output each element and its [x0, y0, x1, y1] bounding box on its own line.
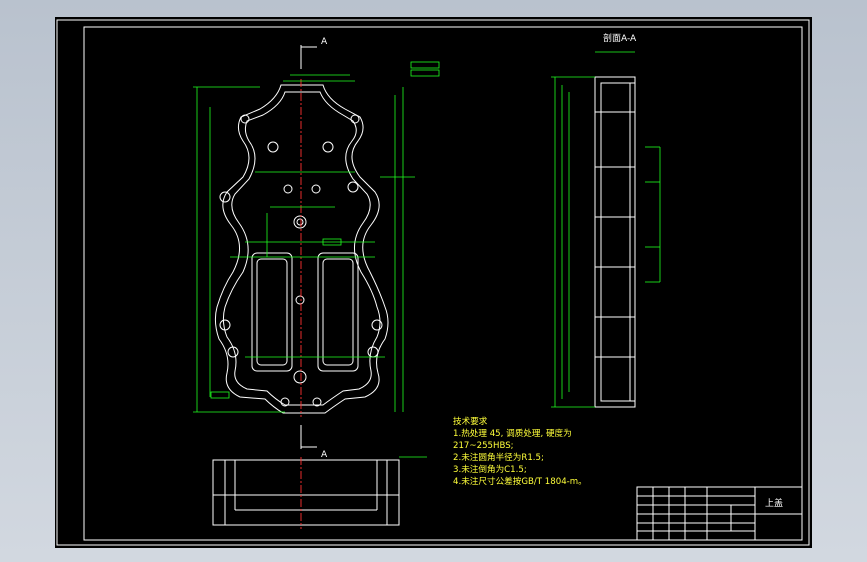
- inner-frame: [83, 26, 803, 541]
- outer-frame: [56, 19, 810, 546]
- section-view-title: A-A: [621, 34, 637, 44]
- tech-req-line-3: 2.未注圆角半径为R1.5;: [453, 451, 544, 463]
- tech-requirements: 技术要求 1.热处理 45, 调质处理, 硬度为 217~255HBS; 2.未…: [453, 415, 587, 487]
- tech-req-line-4: 3.未注倒角为C1.5;: [453, 463, 527, 475]
- tech-req-title: 技术要求: [453, 415, 488, 427]
- section-marker-top: A: [321, 37, 328, 47]
- part-name: 上盖: [765, 497, 783, 509]
- tech-req-line-1: 1.热处理 45, 调质处理, 硬度为: [453, 427, 572, 439]
- drawing-canvas: A A 剖面 A-A 技术要求 1.热处理 45, 调质处理, 硬度为 217~…: [56, 19, 810, 546]
- title-block: 上盖: [636, 486, 803, 541]
- plan-view: A A: [193, 37, 440, 460]
- cad-viewport: A A 剖面 A-A 技术要求 1.热处理 45, 调质处理, 硬度为 217~…: [0, 0, 867, 562]
- section-marker-bottom: A: [321, 450, 328, 460]
- section-view: 剖面 A-A: [551, 32, 661, 408]
- front-view: [212, 456, 427, 529]
- section-view-prefix: 剖面: [603, 32, 621, 44]
- drawing-sheet: A A 剖面 A-A 技术要求 1.热处理 45, 调质处理, 硬度为 217~…: [55, 17, 812, 548]
- tech-req-line-5: 4.未注尺寸公差按GB/T 1804-m。: [453, 475, 587, 487]
- tech-req-line-2: 217~255HBS;: [453, 441, 514, 451]
